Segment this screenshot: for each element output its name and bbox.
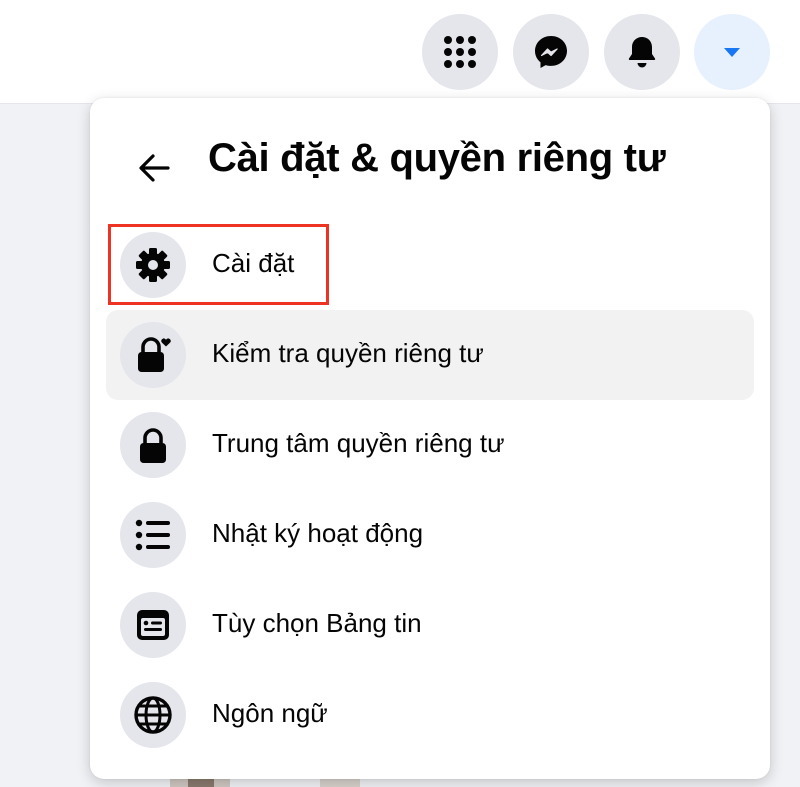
menu-icon-container [120,232,186,298]
top-bar [0,0,800,104]
menu-item-label: Cài đặt [212,248,295,278]
menu-icon-container [120,592,186,658]
arrow-left-icon [139,154,170,182]
menu-item-language[interactable]: Ngôn ngữ [106,670,754,760]
lock-heart-icon [138,337,171,372]
gear-icon [136,248,170,282]
menu-item-label: Tùy chọn Bảng tin [212,608,422,638]
settings-privacy-panel: Cài đặt & quyền riêng tư Cài đặt Kiểm tr… [90,98,770,779]
menu-item-label: Trung tâm quyền riêng tư [212,428,505,458]
menu-item-label: Ngôn ngữ [212,698,328,728]
panel-header: Cài đặt & quyền riêng tư [90,118,770,208]
menu-icon-container [120,502,186,568]
list-icon [135,519,170,551]
caret-down-icon [724,48,740,57]
menu-item-privacy-center[interactable]: Trung tâm quyền riêng tư [106,400,754,490]
menu-icon-container [120,682,186,748]
bell-icon [628,37,656,68]
globe-icon [134,696,172,734]
menu-item-privacy-checkup[interactable]: Kiểm tra quyền riêng tư [106,310,754,400]
lock-icon [140,428,166,463]
menu-item-label: Kiểm tra quyền riêng tư [212,338,484,368]
menu-item-activity-log[interactable]: Nhật ký hoạt động [106,490,754,580]
account-menu-button[interactable] [694,14,770,90]
menu-icon-container [120,322,186,388]
back-button[interactable] [126,140,182,196]
menu-icon-container [120,412,186,478]
menu-item-label: Nhật ký hoạt động [212,518,424,548]
notifications-button[interactable] [604,14,680,90]
panel-title: Cài đặt & quyền riêng tư [208,136,666,180]
messenger-icon [535,36,567,68]
menu-grid-icon [444,36,476,68]
messenger-button[interactable] [513,14,589,90]
menu-item-settings[interactable]: Cài đặt [106,220,754,310]
menu-item-feed-preferences[interactable]: Tùy chọn Bảng tin [106,580,754,670]
feed-icon [137,610,169,640]
menu-button[interactable] [422,14,498,90]
